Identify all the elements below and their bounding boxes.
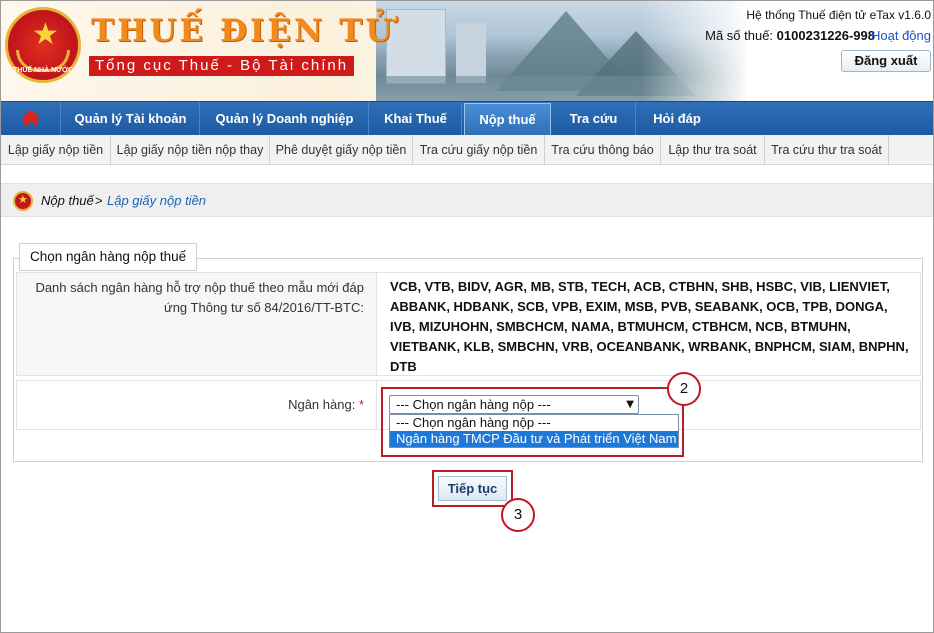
main-nav: Quản lý Tài khoản Quản lý Doanh nghiệp K… — [1, 101, 933, 135]
bank-list-row: Danh sách ngân hàng hỗ trợ nộp thuế theo… — [16, 272, 921, 376]
bank-list-value: VCB, VTB, BIDV, AGR, MB, STB, TECH, ACB,… — [390, 279, 909, 374]
breadcrumb-current: Lập giấy nộp tiền — [107, 193, 207, 208]
nav-faq[interactable]: Hỏi đáp — [637, 102, 717, 135]
breadcrumb-parent[interactable]: Nộp thuế — [41, 193, 94, 208]
subnav-lookup-payment-slip[interactable]: Tra cứu giấy nộp tiền — [413, 135, 545, 165]
subnav-lookup-inquiry-letter[interactable]: Tra cứu thư tra soát — [765, 135, 889, 165]
brand-title: THUẾ ĐIỆN TỬ — [91, 13, 396, 49]
system-name: Hệ thống Thuế điện tử eTax v1.6.0 — [746, 8, 931, 22]
bank-label: Ngân hàng: * — [288, 397, 364, 412]
sub-nav: Lập giấy nộp tiền Lập giấy nộp tiền nộp … — [1, 135, 933, 165]
nav-tax-declaration[interactable]: Khai Thuế — [370, 102, 462, 135]
subnav-create-payment-slip-proxy[interactable]: Lập giấy nộp tiền nộp thay — [111, 135, 270, 165]
step2-callout: 2 — [667, 372, 701, 406]
subnav-approve-payment-slip[interactable]: Phê duyệt giấy nộp tiền — [270, 135, 413, 165]
step3-callout: 3 — [501, 498, 535, 532]
step2-highlight — [381, 387, 684, 457]
nav-tax-payment[interactable]: Nộp thuế — [464, 103, 551, 135]
logout-button[interactable]: Đăng xuất — [841, 50, 931, 72]
nav-enterprise-management[interactable]: Quản lý Doanh nghiệp — [201, 102, 369, 135]
emblem-small-icon: ★ — [13, 191, 33, 211]
breadcrumb-separator: > — [95, 193, 103, 208]
subnav-lookup-notice[interactable]: Tra cứu thông báo — [545, 135, 661, 165]
home-icon — [21, 110, 41, 126]
required-mark: * — [358, 397, 364, 412]
subnav-create-payment-slip[interactable]: Lập giấy nộp tiền — [1, 135, 111, 165]
panel-legend: Chọn ngân hàng nộp thuế — [19, 243, 198, 271]
continue-button[interactable]: Tiếp tục — [438, 476, 507, 501]
home-button[interactable] — [1, 102, 61, 135]
breadcrumb: ★ Nộp thuế > Lập giấy nộp tiền — [1, 183, 933, 217]
subnav-create-inquiry-letter[interactable]: Lập thư tra soát — [661, 135, 765, 165]
tax-id: Mã số thuế: 0100231226-998 — [705, 28, 875, 43]
tax-id-value: 0100231226-998 — [776, 28, 875, 43]
brand-subtitle: Tổng cục Thuế - Bộ Tài chính — [89, 56, 355, 76]
nav-lookup[interactable]: Tra cứu — [552, 102, 636, 135]
nav-account-management[interactable]: Quản lý Tài khoản — [62, 102, 200, 135]
etax-window: ★ THUẾ NHÀ NƯỚC THUẾ ĐIỆN TỬ Tổng cục Th… — [0, 0, 934, 633]
bank-list-label: Danh sách ngân hàng hỗ trợ nộp thuế theo… — [35, 280, 364, 315]
tax-id-label: Mã số thuế: — [705, 28, 774, 43]
emblem-text: THUẾ NHÀ NƯỚC — [13, 67, 73, 74]
header-banner: ★ THUẾ NHÀ NƯỚC THUẾ ĐIỆN TỬ Tổng cục Th… — [1, 1, 933, 101]
activity-link[interactable]: Hoạt động — [871, 28, 931, 43]
